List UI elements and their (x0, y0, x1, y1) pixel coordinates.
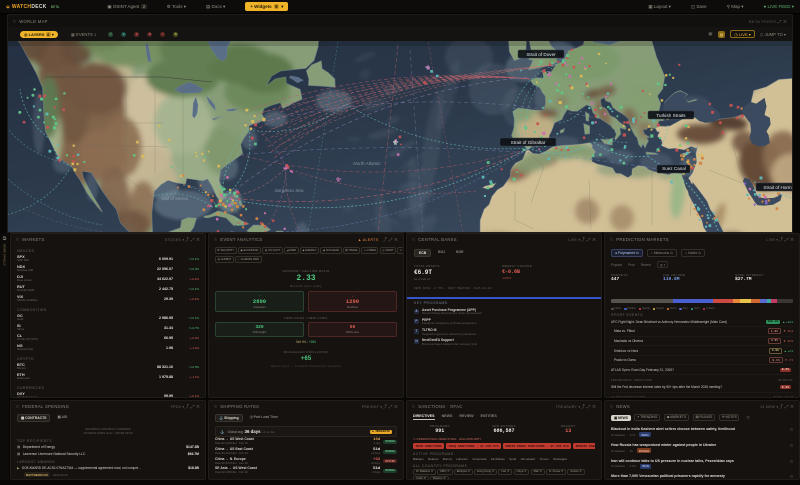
svg-text:Sargasso Sea: Sargasso Sea (275, 188, 304, 193)
svg-text:Strait of Gibraltar: Strait of Gibraltar (511, 140, 546, 145)
svg-text:Strait of Dover: Strait of Dover (526, 52, 556, 57)
svg-text:North Atlantic: North Atlantic (353, 161, 381, 166)
svg-text:Strait of Hormuz: Strait of Hormuz (763, 185, 793, 190)
svg-text:Gulf of Mexico: Gulf of Mexico (162, 196, 189, 201)
svg-text:Turkish Straits: Turkish Straits (656, 113, 686, 118)
svg-text:Suez Canal: Suez Canal (662, 166, 686, 171)
